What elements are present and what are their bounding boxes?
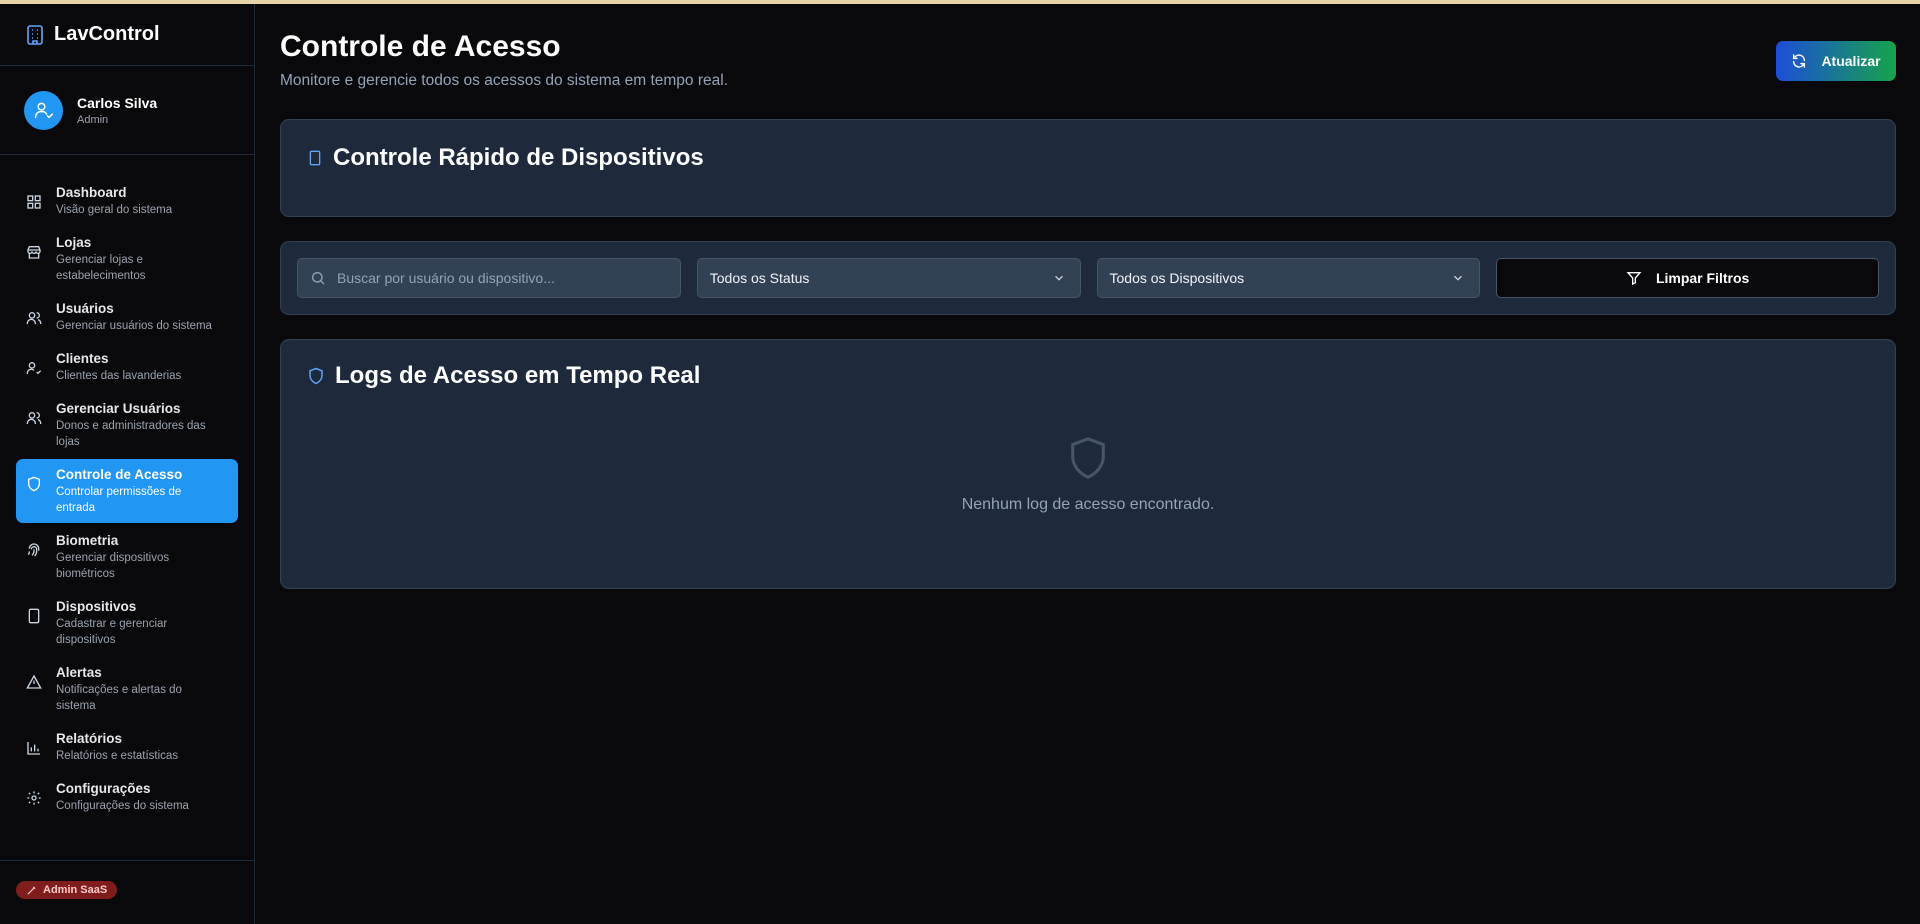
clear-filters-label: Limpar Filtros <box>1655 270 1750 286</box>
avatar <box>24 90 63 130</box>
user-name: Carlos Silva <box>77 94 158 111</box>
user-check-icon <box>26 362 42 375</box>
refresh-label: Atualizar <box>1821 53 1881 69</box>
status-select[interactable]: Todos os Status <box>696 258 1081 298</box>
store-icon <box>27 246 41 259</box>
sidebar-footer: Admin SaaS <box>0 860 254 924</box>
page-subtitle: Monitore e gerencie todos os acessos do … <box>280 72 729 89</box>
sidebar-item-label: Gerenciar Usuários <box>56 401 181 416</box>
tablet-icon <box>309 150 321 166</box>
filters-card: Todos os Status Todos os Dispositivos Li… <box>280 241 1896 315</box>
admin-saas-badge: Admin SaaS <box>16 881 118 899</box>
bar-chart-icon <box>27 742 40 755</box>
chevron-down-icon <box>1454 275 1463 281</box>
sidebar-item-biometria[interactable]: Biometria Gerenciar dispositivos biométri… <box>16 525 238 589</box>
users-icon <box>26 412 42 424</box>
clear-filters-button[interactable]: Limpar Filtros <box>1496 258 1879 298</box>
admin-saas-label: Admin SaaS <box>43 884 108 896</box>
gear-icon <box>27 791 41 805</box>
sidebar-item-dispositivos[interactable]: Dispositivos Cadastrar e gerenciar dispos… <box>16 591 238 655</box>
sidebar-item-dashboard[interactable]: Dashboard Visão geral do sistema <box>16 177 238 225</box>
wand-icon <box>27 885 36 895</box>
sidebar-item-label: Configurações <box>56 781 151 796</box>
filter-icon <box>1626 272 1642 286</box>
refresh-button[interactable]: Atualizar <box>1776 41 1896 81</box>
sidebar-item-description: Donos e administradores das lojas <box>56 420 206 448</box>
sidebar-nav: Dashboard Visão geral do sistema Lojas Ger… <box>0 155 254 821</box>
device-select[interactable]: Todos os Dispositivos <box>1096 258 1481 298</box>
sidebar-item-label: Alertas <box>56 665 102 680</box>
tablet-icon <box>28 608 40 624</box>
sidebar-item-usuarios[interactable]: Usuários Gerenciar usuários do sistema <box>16 293 238 341</box>
search-input[interactable] <box>337 270 657 286</box>
sidebar-item-controle-de-acesso[interactable]: Controle de Acesso Controlar permissões d… <box>16 459 238 523</box>
search-field[interactable] <box>297 258 681 298</box>
empty-state-text: Nenhum log de acesso encontrado. <box>961 496 1215 513</box>
sidebar-item-label: Relatórios <box>56 731 123 746</box>
sidebar-item-description: Clientes das lavanderias <box>56 370 182 382</box>
sidebar-item-label: Clientes <box>56 351 109 366</box>
sidebar-item-label: Dispositivos <box>56 599 137 614</box>
sidebar-item-description: Visão geral do sistema <box>56 204 173 216</box>
users-icon <box>26 312 42 324</box>
user-role: Admin <box>77 113 109 126</box>
shield-icon <box>309 367 323 385</box>
access-logs-title: Logs de Acesso em Tempo Real <box>335 362 701 389</box>
quick-device-control-card: Controle Rápido de Dispositivos <box>280 119 1896 217</box>
sidebar-item-label: Lojas <box>56 235 92 250</box>
status-select-value: Todos os Status <box>709 270 810 286</box>
shield-icon <box>1071 437 1105 479</box>
sidebar-item-clientes[interactable]: Clientes Clientes das lavanderias <box>16 343 238 391</box>
sidebar-item-description: Notificações e alertas do sistema <box>56 684 182 712</box>
empty-state: Nenhum log de acesso encontrado. <box>281 434 1895 514</box>
quick-device-control-title: Controle Rápido de Dispositivos <box>333 144 704 171</box>
refresh-icon <box>1793 54 1806 68</box>
sidebar-item-gerenciar-usuarios[interactable]: Gerenciar Usuários Donos e administradore… <box>16 393 238 457</box>
sidebar-item-lojas[interactable]: Lojas Gerenciar lojas e estabelecimentos <box>16 227 238 291</box>
sidebar-item-label: Biometria <box>56 533 119 548</box>
sidebar-item-label: Controle de Acesso <box>56 467 183 482</box>
sidebar-item-relatorios[interactable]: Relatórios Relatórios e estatísticas <box>16 723 238 771</box>
sidebar-item-description: Gerenciar dispositivos biométricos <box>56 552 170 580</box>
user-check-icon <box>34 102 53 119</box>
fingerprint-icon <box>27 543 40 557</box>
sidebar-item-alertas[interactable]: Alertas Notificações e alertas do sistema <box>16 657 238 721</box>
sidebar-item-description: Relatórios e estatísticas <box>56 750 179 762</box>
sidebar-item-description: Gerenciar usuários do sistema <box>56 320 212 332</box>
access-logs-card: Logs de Acesso em Tempo Real Nenhum log … <box>280 339 1896 589</box>
sidebar-item-description: Cadastrar e gerenciar dispositivos <box>56 618 168 646</box>
app-name: LavControl <box>54 23 160 45</box>
building-icon <box>27 24 43 45</box>
search-icon <box>312 272 325 285</box>
chevron-down-icon <box>1054 275 1063 281</box>
device-select-value: Todos os Dispositivos <box>1109 270 1245 286</box>
page-title: Controle de Acesso <box>280 30 561 63</box>
brand[interactable]: LavControl <box>0 4 254 66</box>
grid-icon <box>27 195 41 209</box>
main-content: Controle de Acesso Monitore e gerencie t… <box>280 4 1896 589</box>
sidebar-item-description: Controlar permissões de entrada <box>56 486 182 514</box>
sidebar-item-label: Dashboard <box>56 185 127 200</box>
alert-triangle-icon <box>26 674 42 689</box>
sidebar-item-description: Gerenciar lojas e estabelecimentos <box>56 254 146 282</box>
sidebar-item-label: Usuários <box>56 301 114 316</box>
sidebar-item-description: Configurações do sistema <box>56 800 189 812</box>
sidebar-item-configuracoes[interactable]: Configurações Configurações do sistema <box>16 773 238 821</box>
shield-icon <box>28 476 40 492</box>
user-profile[interactable]: Carlos Silva Admin <box>0 66 254 155</box>
sidebar: LavControl Carlos Silva Admin Dashboard V… <box>0 4 255 924</box>
